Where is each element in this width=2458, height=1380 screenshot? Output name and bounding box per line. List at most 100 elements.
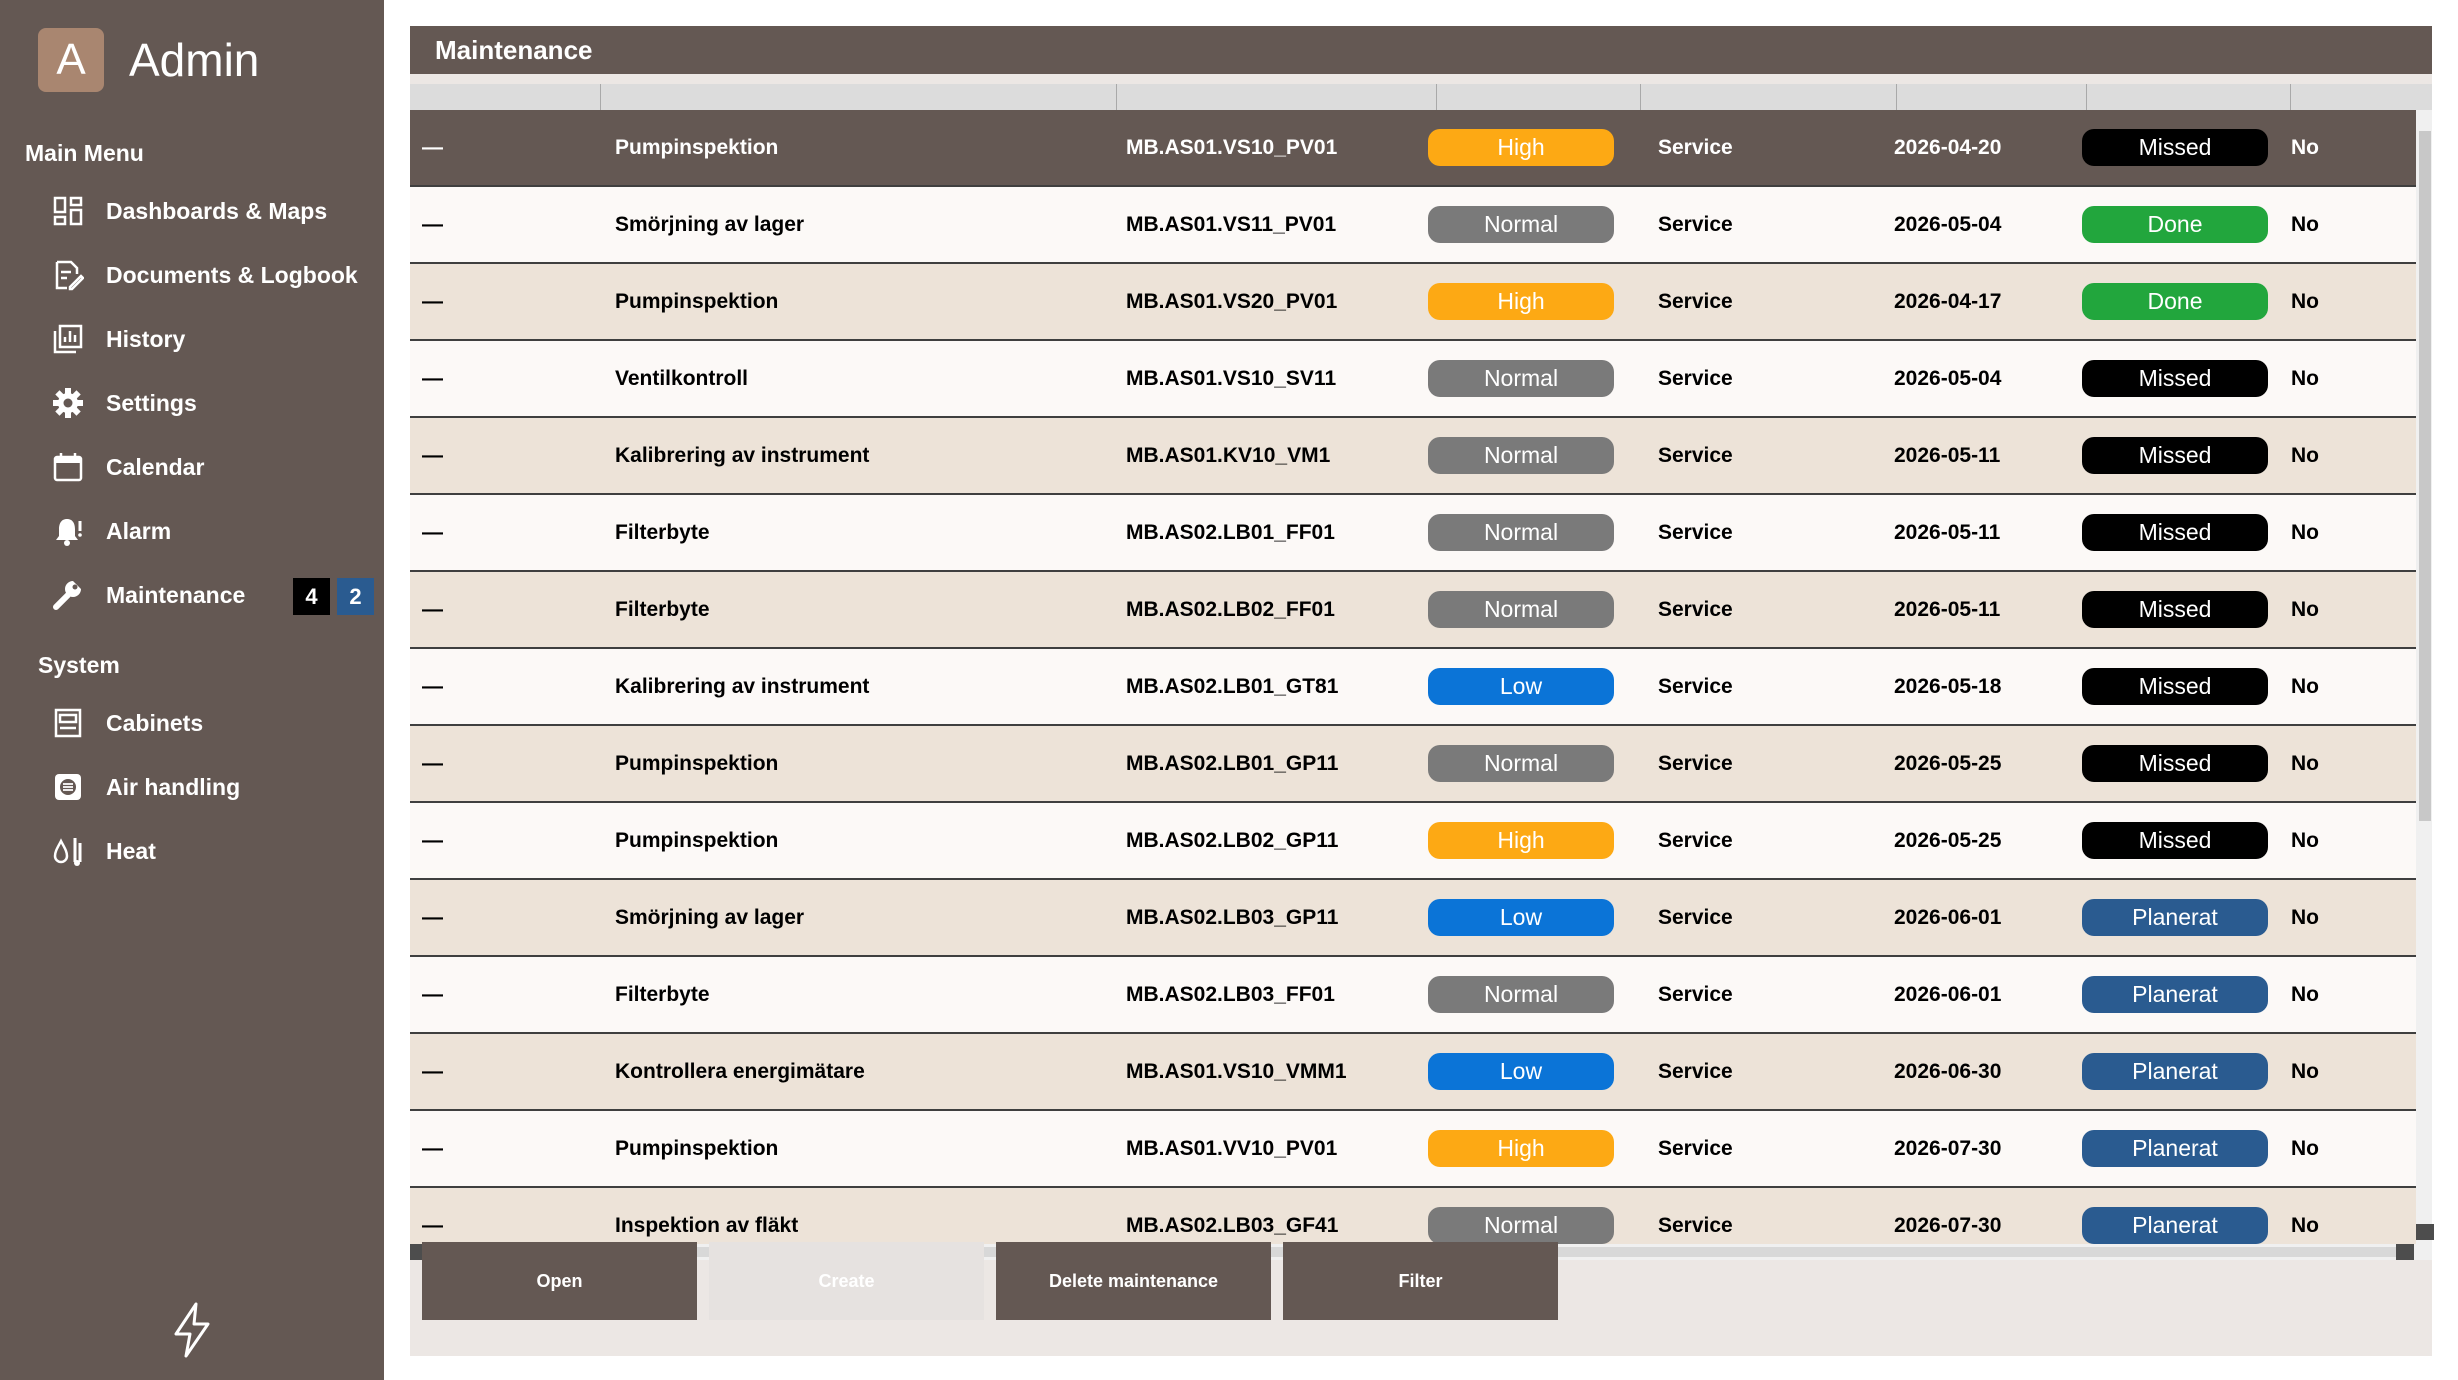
table-row[interactable]: — Inspektion av fläkt MB.AS02.LB03_GF41 Ser… bbox=[410, 1188, 2416, 1244]
filter-button[interactable]: Filter bbox=[1283, 1242, 1558, 1320]
table-row[interactable]: — Kontrollera energimätare MB.AS01.VS10_VM… bbox=[410, 1034, 2416, 1111]
nav-item-dashboards-maps[interactable]: Dashboards & Maps bbox=[50, 186, 376, 236]
nav-item-calendar[interactable]: Calendar bbox=[50, 442, 376, 492]
cabinet-icon bbox=[50, 705, 86, 741]
table-row[interactable]: — Filterbyte MB.AS02.LB01_FF01 Service 2026-… bbox=[410, 495, 2416, 572]
cell-assigned-worker: Service bbox=[1658, 213, 1733, 236]
cell-system: — bbox=[422, 444, 443, 467]
nav-item-history[interactable]: History bbox=[50, 314, 376, 364]
status-badge: Planerat bbox=[2082, 899, 2268, 936]
cell-system: — bbox=[422, 290, 443, 313]
wrench-icon bbox=[50, 577, 86, 613]
table-row[interactable]: — Filterbyte MB.AS02.LB03_FF01 Service 2026-… bbox=[410, 957, 2416, 1034]
table-row[interactable]: — Kalibrering av instrument MB.AS02.LB01_G… bbox=[410, 649, 2416, 726]
status-badge: Missed bbox=[2082, 129, 2268, 166]
table-row[interactable]: — Filterbyte MB.AS02.LB02_FF01 Service 2026-… bbox=[410, 572, 2416, 649]
cell-object: MB.AS01.VS10_VMM1 bbox=[1126, 1060, 1347, 1083]
status-badge: Missed bbox=[2082, 591, 2268, 628]
table-row[interactable]: — Pumpinspektion MB.AS01.VS20_PV01 Service 2… bbox=[410, 264, 2416, 341]
cell-deadline: 2026-04-17 bbox=[1894, 290, 2002, 313]
cell-assigned-worker: Service bbox=[1658, 1137, 1733, 1160]
create-button[interactable]: Create bbox=[709, 1242, 984, 1320]
cell-task: Pumpinspektion bbox=[615, 752, 779, 775]
table-row[interactable]: — Pumpinspektion MB.AS01.VS10_PV01 Service 2… bbox=[410, 110, 2416, 187]
cell-deadline: 2026-05-25 bbox=[1894, 829, 2002, 852]
scroll-down-arrow[interactable] bbox=[2416, 1224, 2434, 1240]
cell-object: MB.AS01.VS10_PV01 bbox=[1126, 136, 1338, 159]
gear-icon bbox=[50, 385, 86, 421]
cell-recurring: No bbox=[2291, 444, 2319, 467]
cell-recurring: No bbox=[2291, 675, 2319, 698]
fan-icon bbox=[50, 769, 86, 805]
table-row[interactable]: — Smörjning av lager MB.AS01.VS11_PV01 Serv… bbox=[410, 187, 2416, 264]
nav-item-maintenance[interactable]: Maintenance 4 2 bbox=[50, 570, 376, 620]
nav-item-documents-logbook[interactable]: Documents & Logbook bbox=[50, 250, 376, 300]
nav-label: Cabinets bbox=[106, 709, 204, 736]
calendar-icon bbox=[50, 449, 86, 485]
nav-item-alarm[interactable]: Alarm bbox=[50, 506, 376, 556]
cell-deadline: 2026-06-01 bbox=[1894, 906, 2002, 929]
cell-recurring: No bbox=[2291, 752, 2319, 775]
cell-task: Pumpinspektion bbox=[615, 136, 779, 159]
table-row[interactable]: — Kalibrering av instrument MB.AS01.KV10_V… bbox=[410, 418, 2416, 495]
priority-badge: Normal bbox=[1428, 437, 1614, 474]
user-profile[interactable]: A Admin bbox=[38, 28, 259, 92]
status-badge: Missed bbox=[2082, 437, 2268, 474]
table-row[interactable]: — Ventilkontroll MB.AS01.VS10_SV11 Service 2… bbox=[410, 341, 2416, 418]
cell-system: — bbox=[422, 1137, 443, 1160]
nav-label: Maintenance bbox=[106, 581, 246, 608]
maintenance-panel: Maintenance System Task Object Priority … bbox=[410, 26, 2434, 1356]
cell-system: — bbox=[422, 906, 443, 929]
cell-system: — bbox=[422, 1060, 443, 1083]
status-badge: Missed bbox=[2082, 668, 2268, 705]
delete-maintenance-button[interactable]: Delete maintenance bbox=[996, 1242, 1271, 1320]
priority-badge: Normal bbox=[1428, 206, 1614, 243]
cell-deadline: 2026-05-11 bbox=[1894, 598, 2001, 621]
cell-system: — bbox=[422, 213, 443, 236]
cell-deadline: 2026-05-25 bbox=[1894, 752, 2002, 775]
history-chart-icon bbox=[50, 321, 86, 357]
cell-task: Smörjning av lager bbox=[615, 213, 805, 236]
cell-assigned-worker: Service bbox=[1658, 675, 1733, 698]
lightning-logo-icon bbox=[170, 1302, 214, 1358]
cell-deadline: 2026-05-18 bbox=[1894, 675, 2002, 698]
cell-object: MB.AS02.LB01_FF01 bbox=[1126, 521, 1335, 544]
nav-item-cabinets[interactable]: Cabinets bbox=[50, 698, 376, 748]
cell-task: Pumpinspektion bbox=[615, 290, 779, 313]
nav-item-air-handling[interactable]: Air handling bbox=[50, 762, 376, 812]
avatar[interactable]: A bbox=[38, 28, 104, 92]
open-button[interactable]: Open bbox=[422, 1242, 697, 1320]
cell-system: — bbox=[422, 598, 443, 621]
cell-task: Inspektion av fläkt bbox=[615, 1214, 799, 1237]
table-row[interactable]: — Pumpinspektion MB.AS01.VV10_PV01 Service 2… bbox=[410, 1111, 2416, 1188]
status-badge: Planerat bbox=[2082, 1130, 2268, 1167]
cell-recurring: No bbox=[2291, 136, 2319, 159]
status-badge: Missed bbox=[2082, 745, 2268, 782]
nav-label: Air handling bbox=[106, 773, 241, 800]
nav-label: Settings bbox=[106, 389, 197, 416]
cell-system: — bbox=[422, 752, 443, 775]
priority-badge: Normal bbox=[1428, 360, 1614, 397]
cell-deadline: 2026-05-11 bbox=[1894, 521, 2001, 544]
status-badge: Planerat bbox=[2082, 976, 2268, 1013]
cell-recurring: No bbox=[2291, 290, 2319, 313]
status-badge: Planerat bbox=[2082, 1207, 2268, 1244]
table-row[interactable]: — Pumpinspektion MB.AS02.LB01_GP11 Service 2… bbox=[410, 726, 2416, 803]
vertical-scrollbar-thumb[interactable] bbox=[2419, 131, 2431, 821]
priority-badge: High bbox=[1428, 1130, 1614, 1167]
cell-object: MB.AS02.LB01_GP11 bbox=[1126, 752, 1339, 775]
scroll-right-arrow[interactable] bbox=[2396, 1244, 2414, 1260]
nav-item-settings[interactable]: Settings bbox=[50, 378, 376, 428]
status-badge: Missed bbox=[2082, 360, 2268, 397]
cell-recurring: No bbox=[2291, 1137, 2319, 1160]
cell-assigned-worker: Service bbox=[1658, 444, 1733, 467]
cell-deadline: 2026-06-30 bbox=[1894, 1060, 2002, 1083]
maintenance-planned-badge: 2 bbox=[337, 578, 374, 615]
table-row[interactable]: — Smörjning av lager MB.AS02.LB03_GP11 Serv… bbox=[410, 880, 2416, 957]
nav-item-heat[interactable]: Heat bbox=[50, 826, 376, 876]
cell-deadline: 2026-05-11 bbox=[1894, 444, 2001, 467]
cell-recurring: No bbox=[2291, 521, 2319, 544]
table-row[interactable]: — Pumpinspektion MB.AS02.LB02_GP11 Service 2… bbox=[410, 803, 2416, 880]
cell-deadline: 2026-07-30 bbox=[1894, 1137, 2002, 1160]
cell-assigned-worker: Service bbox=[1658, 1214, 1733, 1237]
